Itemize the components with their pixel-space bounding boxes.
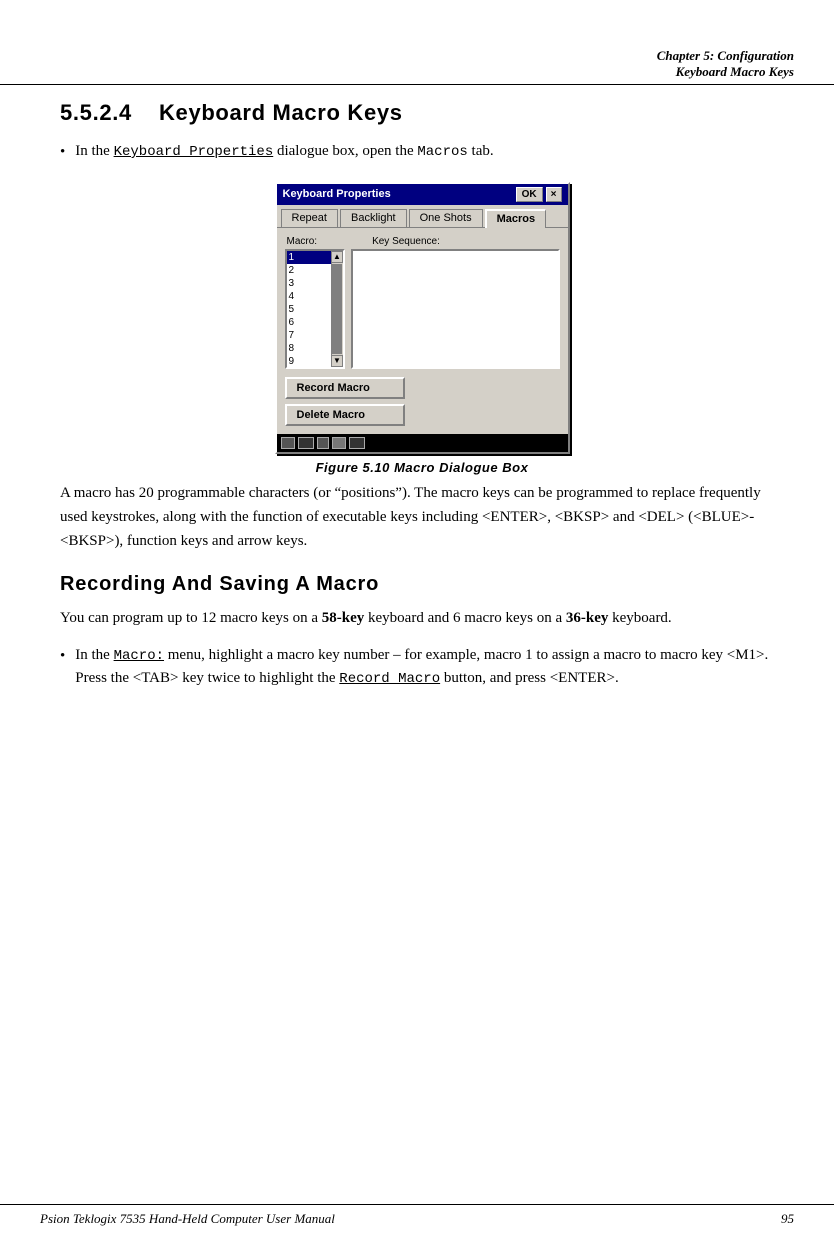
dialog-statusbar: [277, 434, 568, 452]
bullet-2: • In the Macro: menu, highlight a macro …: [60, 644, 784, 690]
dialog-window: Keyboard Properties OK × Repeat Backligh…: [275, 182, 570, 454]
subheading: Recording And Saving A Macro: [60, 573, 784, 596]
macro-list-box[interactable]: 1 2 3 4 5 6 7 8 9 ▲: [285, 249, 345, 369]
delete-macro-button[interactable]: Delete Macro: [285, 404, 405, 426]
scroll-thumb: [332, 264, 342, 354]
section-text: Keyboard Macro Keys: [676, 64, 794, 79]
scroll-down-arrow[interactable]: ▼: [331, 355, 343, 367]
dialog-titlebar: Keyboard Properties OK ×: [277, 184, 568, 205]
status-icon-1: [281, 437, 295, 449]
tab-macros[interactable]: Macros: [485, 209, 547, 228]
page-footer: Psion Teklogix 7535 Hand-Held Computer U…: [0, 1204, 834, 1227]
titlebar-buttons: OK ×: [516, 187, 562, 202]
macro-col-label: Macro:: [287, 236, 318, 247]
main-content: 5.5.2.4 Keyboard Macro Keys • In the Key…: [0, 40, 834, 768]
macro-top-labels: Macro: Key Sequence:: [285, 236, 560, 247]
footer-right: 95: [781, 1211, 794, 1227]
section-heading: 5.5.2.4 Keyboard Macro Keys: [60, 100, 784, 126]
body-para-2: You can program up to 12 macro keys on a…: [60, 606, 784, 630]
scroll-up-arrow[interactable]: ▲: [331, 251, 343, 263]
bullet-2-symbol: •: [60, 645, 65, 690]
footer-left: Psion Teklogix 7535 Hand-Held Computer U…: [40, 1211, 335, 1227]
chapter-title: Chapter 5: Configuration: [40, 48, 794, 64]
dialog-body: Macro: Key Sequence: 1 2 3 4 5 6: [277, 227, 568, 434]
record-macro-button[interactable]: Record Macro: [285, 377, 405, 399]
dialog-close-button[interactable]: ×: [546, 187, 562, 202]
page-header: Chapter 5: Configuration Keyboard Macro …: [0, 40, 834, 85]
intro-bullet: • In the Keyboard Properties dialogue bo…: [60, 140, 784, 164]
bullet-symbol: •: [60, 141, 65, 164]
chapter-text: Chapter 5: Configuration: [657, 48, 794, 63]
dialog-title: Keyboard Properties: [283, 188, 391, 200]
intro-text: In the Keyboard Properties dialogue box,…: [75, 140, 493, 164]
tab-backlight[interactable]: Backlight: [340, 209, 407, 227]
status-icon-4: [332, 437, 346, 449]
dialog-ok-button[interactable]: OK: [516, 187, 543, 202]
macro-area: 1 2 3 4 5 6 7 8 9 ▲: [285, 249, 560, 369]
dialog-tabs: Repeat Backlight One Shots Macros: [277, 205, 568, 227]
macro-scrollbar[interactable]: ▲ ▼: [331, 251, 343, 367]
key-sequence-box[interactable]: [351, 249, 560, 369]
section-title: Keyboard Macro Keys: [40, 64, 794, 80]
tab-repeat[interactable]: Repeat: [281, 209, 338, 227]
status-icon-2: [298, 437, 314, 449]
macro-buttons: Record Macro Delete Macro: [285, 377, 560, 426]
status-icon-5: [349, 437, 365, 449]
tab-oneshots[interactable]: One Shots: [409, 209, 483, 227]
figure-caption: Figure 5.10 Macro Dialogue Box: [316, 460, 529, 475]
status-icon-3: [317, 437, 329, 449]
body-para-1: A macro has 20 programmable characters (…: [60, 481, 784, 553]
dialog-container: Keyboard Properties OK × Repeat Backligh…: [60, 182, 784, 475]
keyseq-col-label: Key Sequence:: [372, 236, 440, 247]
bullet-2-text: In the Macro: menu, highlight a macro ke…: [75, 644, 784, 690]
